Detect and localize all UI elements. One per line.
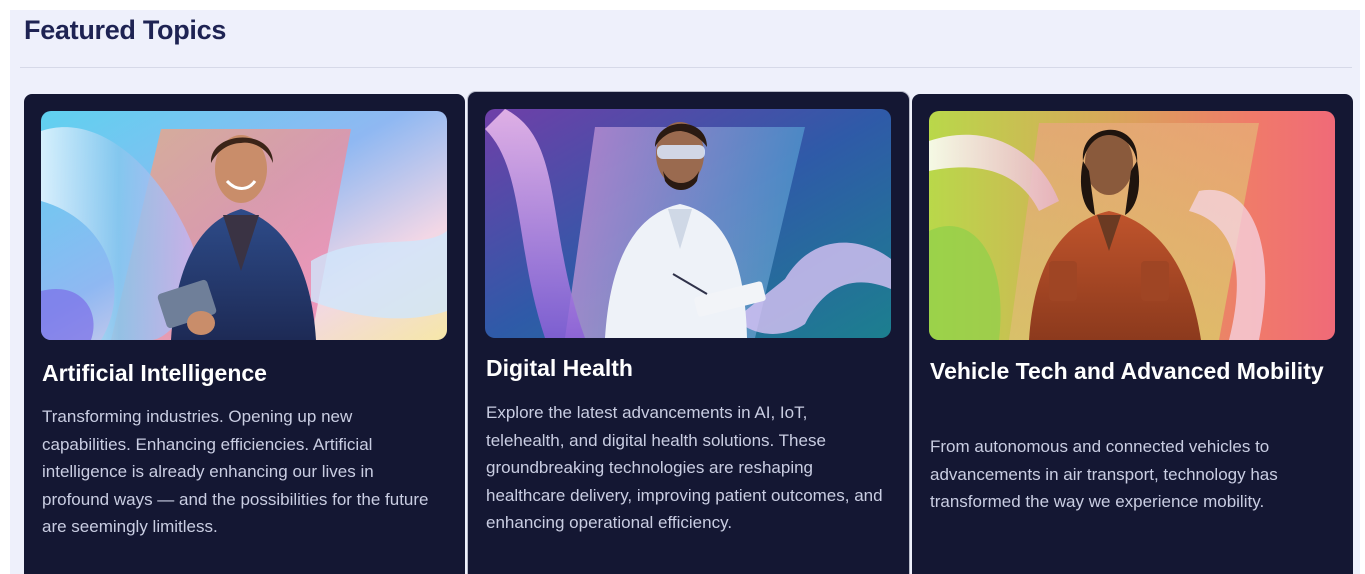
scientist-with-goggles-illustration <box>485 109 891 338</box>
card-title[interactable]: Artificial Intelligence <box>42 358 442 388</box>
card-title[interactable]: Vehicle Tech and Advanced Mobility <box>930 356 1330 386</box>
featured-topics-section: Featured Topics Artificial Intelligence … <box>10 10 1360 574</box>
person-with-tablet-illustration <box>41 111 447 340</box>
card-description: Transforming industries. Opening up new … <box>42 407 429 536</box>
section-divider <box>20 67 1352 68</box>
card-image-vehicle-tech[interactable] <box>929 111 1335 340</box>
card-description: From autonomous and connected vehicles t… <box>930 437 1278 511</box>
mechanic-woman-illustration <box>929 111 1335 340</box>
card-image-digital-health[interactable] <box>485 109 891 338</box>
topic-card-vehicle-tech[interactable]: Vehicle Tech and Advanced Mobility From … <box>912 94 1353 574</box>
card-image-ai[interactable] <box>41 111 447 340</box>
topic-card-artificial-intelligence[interactable]: Artificial Intelligence Transforming ind… <box>24 94 465 574</box>
card-description: Explore the latest advancements in AI, I… <box>486 403 883 532</box>
section-title: Featured Topics <box>24 15 227 45</box>
topic-card-digital-health[interactable]: Digital Health Explore the latest advanc… <box>468 92 909 574</box>
card-title[interactable]: Digital Health <box>486 353 886 383</box>
